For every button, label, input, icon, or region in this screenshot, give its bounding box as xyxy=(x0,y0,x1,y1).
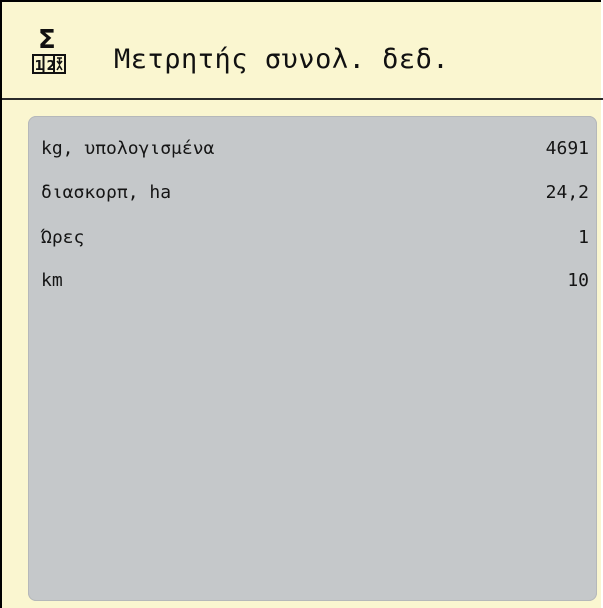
row-value: 24,2 xyxy=(545,182,589,203)
screen: Σ 12 Μετρητής συνολ. δεδ. kg, υπολογισμέ… xyxy=(0,0,603,608)
sigma-counter-icon: Σ 12 xyxy=(32,25,66,74)
row-value: 10 xyxy=(567,270,589,291)
row-value: 4691 xyxy=(545,138,589,159)
sigma-symbol: Σ xyxy=(38,25,56,55)
row-kg-calculated: kg, υπολογισμένα 4691 xyxy=(28,134,597,164)
row-hours: Ώρες 1 xyxy=(28,223,597,253)
totals-panel: kg, υπολογισμένα 4691 διασκορπ, ha 24,2 … xyxy=(28,116,597,601)
row-label: km xyxy=(41,270,63,291)
row-value: 1 xyxy=(578,227,589,248)
row-label: διασκορπ, ha xyxy=(41,182,172,203)
row-spread-area: διασκορπ, ha 24,2 xyxy=(28,178,597,208)
header: Σ 12 Μετρητής συνολ. δεδ. xyxy=(2,2,603,100)
page-title: Μετρητής συνολ. δεδ. xyxy=(114,44,450,75)
row-km: km 10 xyxy=(28,266,597,296)
row-label: kg, υπολογισμένα xyxy=(41,138,215,159)
counter-digits: 12 xyxy=(35,59,59,74)
row-label: Ώρες xyxy=(41,227,85,248)
